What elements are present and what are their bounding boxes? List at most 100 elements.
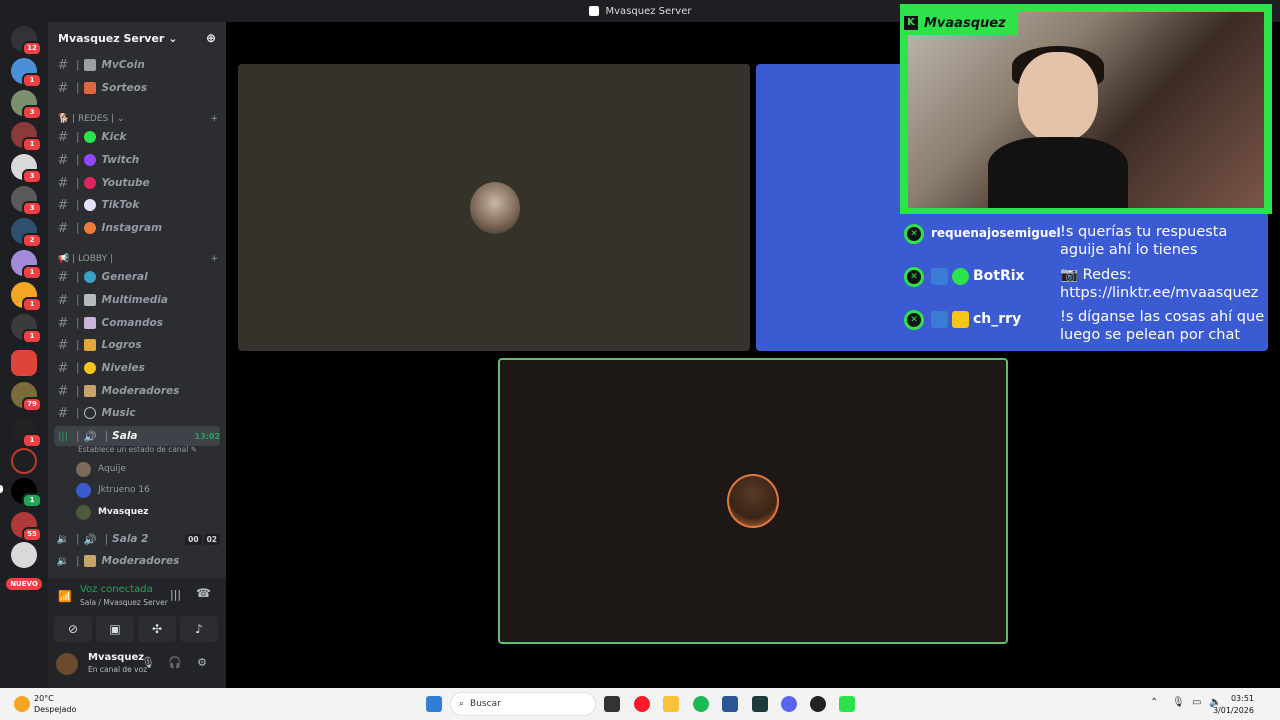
hash-icon: # (57, 337, 69, 353)
channel-tiktok[interactable]: # | TikTok (54, 195, 220, 215)
channel-moderadores[interactable]: # | Moderadores (54, 381, 220, 401)
voice-member[interactable]: Jktrueno 16 (76, 481, 150, 499)
user-status: En canal de voz (88, 665, 148, 674)
channel-status-hint[interactable]: Establece un estado de canal ✎ (78, 445, 197, 454)
screen-share-button[interactable]: ▣ (96, 616, 134, 642)
channel-label: Moderadores (101, 555, 180, 567)
robot-icon (83, 317, 96, 329)
opera-icon[interactable] (634, 696, 650, 712)
voice-channel-moderadores[interactable]: 🔉 | Moderadores (54, 551, 220, 571)
channel-niveles[interactable]: # | Niveles (54, 358, 220, 378)
separator: | (76, 294, 80, 306)
voice-channel-sala[interactable]: ||| | 🔊 | Sala 13:02 (54, 426, 220, 446)
terminal-icon[interactable] (752, 696, 768, 712)
server-icon[interactable]: 1 (11, 418, 42, 448)
start-icon[interactable] (426, 696, 442, 712)
server-icon[interactable]: 2 (11, 218, 42, 248)
hash-icon: # (57, 292, 69, 308)
server-icon[interactable]: 3 (11, 154, 42, 184)
add-member-icon[interactable]: ⊕ (206, 31, 216, 45)
direct-messages-icon[interactable]: 12 (11, 26, 42, 56)
network-icon[interactable]: ▭ (1192, 697, 1201, 708)
signal-icon[interactable]: 📶 (58, 590, 72, 603)
server-header[interactable]: Mvasquez Server ⌄ ⊕ (48, 22, 226, 54)
add-channel-icon[interactable]: + (210, 114, 218, 124)
channel-twitch[interactable]: # | Twitch (54, 150, 220, 170)
server-icon[interactable]: 1 (11, 478, 42, 508)
kick-app-icon[interactable] (839, 696, 855, 712)
server-icon[interactable]: 1 (11, 122, 42, 152)
channel-label: Logros (101, 339, 142, 351)
voice-member[interactable]: Aquije (76, 460, 126, 478)
stream-webcam-overlay: K Mvaasquez (900, 4, 1272, 214)
new-badge: NUEVO (6, 578, 42, 590)
server-icon[interactable]: 1 (11, 282, 42, 312)
channel-logros[interactable]: # | Logros (54, 335, 220, 355)
store-icon[interactable] (722, 696, 738, 712)
microphone-icon[interactable]: 🎙 (1172, 697, 1185, 708)
avatar[interactable] (56, 653, 78, 675)
search-icon: ⌕ (459, 699, 465, 709)
separator: | (76, 533, 80, 545)
verified-badge-icon (952, 268, 969, 285)
soundboard-button[interactable]: ♪ (180, 616, 218, 642)
channel-comandos[interactable]: # | Comandos (54, 313, 220, 333)
channel-label: Multimedia (101, 294, 168, 306)
task-view-icon[interactable] (604, 696, 620, 712)
channel-mvcoin[interactable]: # | MvCoin (54, 55, 220, 75)
screen-share-icon: ▣ (109, 622, 121, 636)
crown-badge-icon (952, 311, 969, 328)
server-icon[interactable]: 79 (11, 382, 42, 412)
noise-suppression-icon[interactable]: ||| (170, 588, 181, 601)
kick-badge-icon: ✕ (904, 310, 924, 330)
separator: | (76, 555, 80, 567)
spotify-icon[interactable] (693, 696, 709, 712)
search-box[interactable]: ⌕ Buscar (450, 692, 596, 716)
server-icon[interactable]: 55 (11, 512, 42, 542)
server-icon[interactable]: 1 (11, 58, 42, 88)
voice-status[interactable]: Voz conectada (80, 584, 153, 595)
voice-activity-icon: ||| (57, 430, 69, 442)
channel-youtube[interactable]: # | Youtube (54, 173, 220, 193)
channel-multimedia[interactable]: # | Multimedia (54, 290, 220, 310)
channel-instagram[interactable]: # | Instagram (54, 218, 220, 238)
category-redes[interactable]: 🐕 | REDES | ⌄ + (58, 114, 218, 124)
weather-widget[interactable]: 20°C Despejado (14, 693, 76, 715)
server-icon[interactable] (11, 542, 37, 568)
disconnect-icon[interactable]: ☎ (196, 586, 211, 600)
twitch-icon (83, 154, 96, 166)
server-icon[interactable]: 3 (11, 90, 42, 120)
discord-icon[interactable] (781, 696, 797, 712)
voice-member[interactable]: Mvasquez (76, 503, 148, 521)
webcam-person-face (1018, 52, 1098, 142)
microphone-icon[interactable]: 🎙 (140, 656, 156, 672)
separator: | (104, 430, 109, 442)
channel-general[interactable]: # | General (54, 267, 220, 287)
server-icon[interactable]: 3 (11, 186, 42, 216)
gear-icon[interactable]: ⚙ (194, 656, 210, 672)
temperature: 20°C (34, 694, 54, 703)
headphones-icon[interactable]: 🎧 (167, 656, 183, 672)
channel-music[interactable]: # | Music (54, 403, 220, 423)
voice-channel-link[interactable]: Sala / Mvasquez Server (80, 598, 168, 607)
separator: | (76, 339, 80, 351)
user-name[interactable]: Mvasquez (88, 652, 144, 663)
category-lobby[interactable]: 📢 | LOBBY | + (58, 254, 218, 264)
status-hint-text: Establece un estado de canal (78, 445, 189, 454)
activities-button[interactable]: ✣ (138, 616, 176, 642)
chevron-up-icon[interactable]: ⌃ (1150, 697, 1158, 708)
channel-sorteos[interactable]: # | Sorteos (54, 78, 220, 98)
server-icon[interactable]: 1 (11, 314, 42, 344)
server-icon[interactable]: 1 (11, 250, 42, 280)
channel-kick[interactable]: # | Kick (54, 127, 220, 147)
notification-badge: 3 (22, 105, 42, 120)
file-explorer-icon[interactable] (663, 696, 679, 712)
voice-channel-sala2[interactable]: 🔉 | 🔊 | Sala 2 00 02 (54, 529, 220, 549)
obs-icon[interactable] (810, 696, 826, 712)
add-channel-icon[interactable]: + (210, 254, 218, 264)
camera-off-button[interactable]: ⊘ (54, 616, 92, 642)
system-clock[interactable]: 03:51 3/01/2026 (1213, 693, 1254, 717)
separator: | (76, 407, 80, 419)
server-icon[interactable] (11, 350, 37, 376)
server-icon[interactable] (11, 448, 37, 474)
